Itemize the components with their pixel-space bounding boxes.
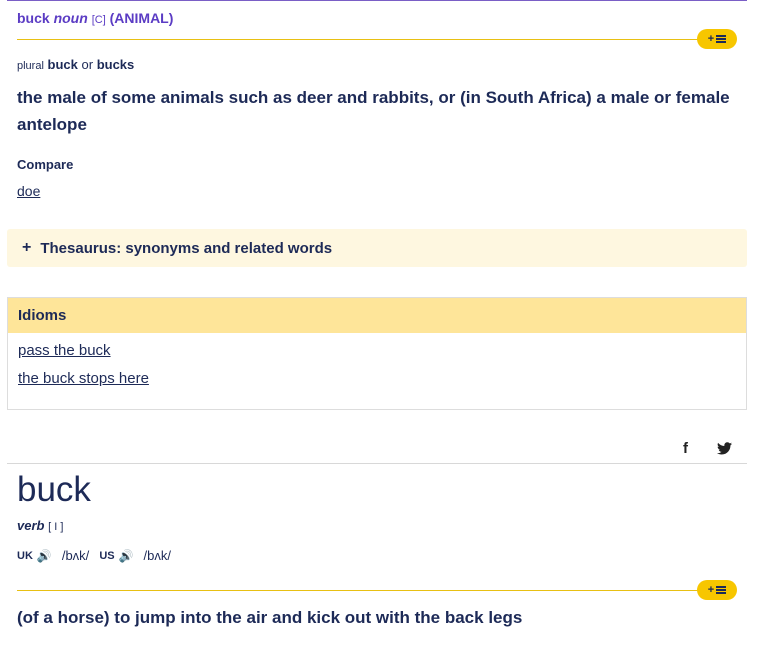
idiom-link[interactable]: pass the buck <box>18 342 111 359</box>
definition: the male of some animals such as deer an… <box>17 88 730 134</box>
plural-info: plural buck or bucks <box>17 57 134 72</box>
entry-headword: buck <box>17 470 91 509</box>
add-to-list-button[interactable]: + <box>697 580 737 600</box>
sense-guideword: (ANIMAL) <box>109 10 174 26</box>
plural-label: plural <box>17 60 44 72</box>
entry-grammar: [ I ] <box>48 521 64 533</box>
compare-link-doe[interactable]: doe <box>17 183 40 199</box>
speaker-icon[interactable]: 🔊 <box>119 549 134 563</box>
sense-divider <box>17 39 707 40</box>
entry-divider <box>7 463 747 464</box>
idioms-box: Idioms pass the buck the buck stops here <box>7 297 747 410</box>
plus-icon: + <box>22 239 32 256</box>
sense-grammar: [C] <box>91 14 106 26</box>
list-icon <box>716 35 727 43</box>
sense-pos: noun <box>53 10 88 26</box>
uk-label: UK <box>17 549 33 562</box>
plus-icon: + <box>707 33 715 45</box>
facebook-icon[interactable]: f <box>683 440 688 457</box>
twitter-icon[interactable] <box>717 442 732 460</box>
thesaurus-label: Thesaurus: synonyms and related words <box>40 239 333 257</box>
plural-form: buck <box>47 57 78 72</box>
plural-form: bucks <box>96 57 135 72</box>
pronunciation-row: UK 🔊 /bʌk/ US 🔊 /bʌk/ <box>17 548 181 563</box>
definition: (of a horse) to jump into the air and ki… <box>17 608 523 627</box>
sense-divider <box>17 590 707 591</box>
idiom-link[interactable]: the buck stops here <box>18 370 149 387</box>
sense-headword: buck <box>17 10 50 26</box>
us-label: US <box>99 549 115 562</box>
plural-or: or <box>81 57 94 72</box>
add-to-list-button[interactable]: + <box>697 29 737 49</box>
entry-pos-line: verb [ I ] <box>17 518 63 533</box>
top-divider <box>7 0 747 1</box>
uk-ipa: /bʌk/ <box>61 548 90 563</box>
idioms-title: Idioms <box>8 298 746 333</box>
plus-icon: + <box>707 584 715 596</box>
list-icon <box>716 586 727 594</box>
speaker-icon[interactable]: 🔊 <box>37 549 52 563</box>
us-ipa: /bʌk/ <box>143 548 172 563</box>
thesaurus-toggle[interactable]: + Thesaurus: synonyms and related words <box>7 229 747 267</box>
sense-header: buck noun [C] (ANIMAL) <box>17 10 173 26</box>
compare-label: Compare <box>17 157 74 172</box>
entry-pos: verb <box>17 518 45 533</box>
